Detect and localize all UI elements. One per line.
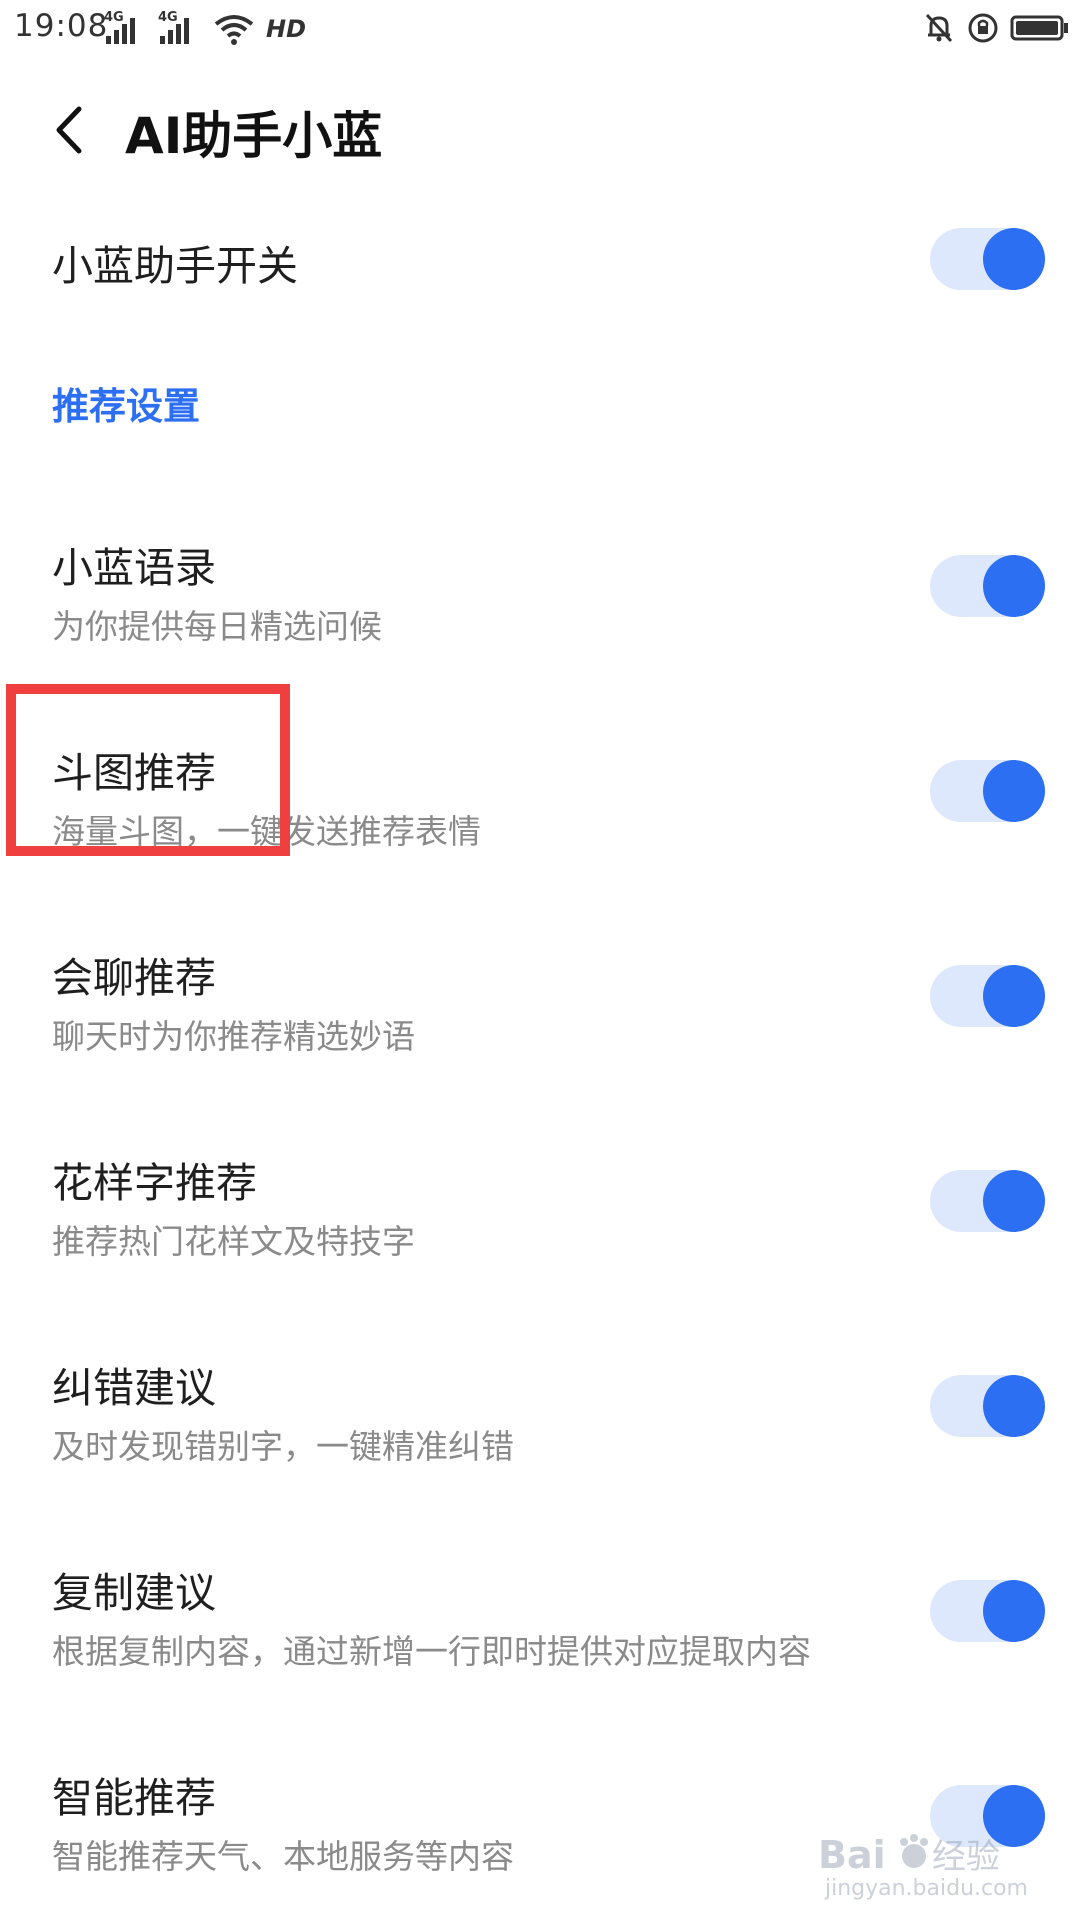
section-title: 推荐设置 (52, 385, 200, 428)
setting-title: 智能推荐 (52, 1774, 216, 1822)
setting-row-correction[interactable]: 纠错建议 及时发现错别字，一键精准纠错 (0, 1340, 1080, 1520)
wifi-icon (212, 12, 256, 46)
setting-subtitle: 海量斗图，一键发送推荐表情 (52, 812, 481, 851)
setting-subtitle: 聊天时为你推荐精选妙语 (52, 1017, 415, 1056)
setting-row-copy[interactable]: 复制建议 根据复制内容，通过新增一行即时提供对应提取内容 (0, 1545, 1080, 1725)
status-right-icons (922, 10, 1070, 46)
setting-row-fancy-text[interactable]: 花样字推荐 推荐热门花样文及特技字 (0, 1135, 1080, 1315)
chevron-left-icon (56, 106, 82, 154)
page-title: AI助手小蓝 (125, 107, 383, 165)
status-left-icons: 4G 4G HD (104, 10, 306, 46)
screen: 19:08 4G 4G HD AI助手小蓝 小蓝助手开关 推荐设置 小蓝语录 为… (0, 0, 1080, 1920)
master-toggle-switch[interactable] (930, 228, 1045, 290)
toggle-switch-quotes[interactable] (930, 555, 1045, 617)
status-time: 19:08 (14, 8, 109, 44)
toggle-switch-fancy-text[interactable] (930, 1170, 1045, 1232)
switch-knob (983, 1375, 1045, 1437)
switch-knob (983, 1170, 1045, 1232)
toggle-switch-chat[interactable] (930, 965, 1045, 1027)
watermark-url: jingyan.baidu.com (824, 1876, 1028, 1901)
setting-subtitle: 推荐热门花样文及特技字 (52, 1222, 415, 1261)
setting-title: 小蓝语录 (52, 544, 216, 592)
setting-title: 复制建议 (52, 1569, 216, 1617)
battery-icon (1010, 11, 1070, 45)
setting-row-chat[interactable]: 会聊推荐 聊天时为你推荐精选妙语 (0, 930, 1080, 1110)
baidu-paw-logo-icon: Bai 经验 (818, 1833, 1000, 1876)
svg-text:经验: 经验 (932, 1837, 1000, 1876)
switch-knob (983, 1580, 1045, 1642)
hd-icon: HD (266, 12, 306, 46)
section-header: 推荐设置 (0, 370, 1080, 440)
switch-knob (983, 228, 1045, 290)
baidu-watermark: Bai 经验 jingyan.baidu.com (818, 1832, 1028, 1910)
mute-bell-icon (922, 11, 956, 45)
toggle-switch-stickers[interactable] (930, 760, 1045, 822)
hd-label: HD (266, 15, 307, 43)
master-switch-label: 小蓝助手开关 (52, 242, 298, 290)
svg-text:Bai: Bai (818, 1833, 886, 1876)
toggle-switch-copy[interactable] (930, 1580, 1045, 1642)
setting-subtitle: 根据复制内容，通过新增一行即时提供对应提取内容 (52, 1632, 811, 1671)
setting-title: 花样字推荐 (52, 1159, 257, 1207)
switch-knob (983, 965, 1045, 1027)
setting-subtitle: 智能推荐天气、本地服务等内容 (52, 1837, 514, 1876)
setting-row-quotes[interactable]: 小蓝语录 为你提供每日精选问候 (0, 520, 1080, 700)
toggle-switch-correction[interactable] (930, 1375, 1045, 1437)
status-bar: 19:08 4G 4G HD (0, 0, 1080, 56)
master-switch-row[interactable]: 小蓝助手开关 (0, 200, 1080, 320)
setting-title: 纠错建议 (52, 1364, 216, 1412)
back-button[interactable] (40, 102, 96, 158)
rotation-lock-icon (966, 11, 1000, 45)
setting-subtitle: 及时发现错别字，一键精准纠错 (52, 1427, 514, 1466)
signal-icon-sim1: 4G (104, 10, 148, 46)
setting-subtitle: 为你提供每日精选问候 (52, 607, 382, 646)
header: AI助手小蓝 (0, 80, 1080, 180)
setting-title: 会聊推荐 (52, 954, 216, 1002)
signal-icon-sim2: 4G (158, 10, 202, 46)
setting-row-stickers[interactable]: 斗图推荐 海量斗图，一键发送推荐表情 (0, 725, 1080, 905)
setting-title: 斗图推荐 (52, 749, 216, 797)
switch-knob (983, 760, 1045, 822)
switch-knob (983, 555, 1045, 617)
